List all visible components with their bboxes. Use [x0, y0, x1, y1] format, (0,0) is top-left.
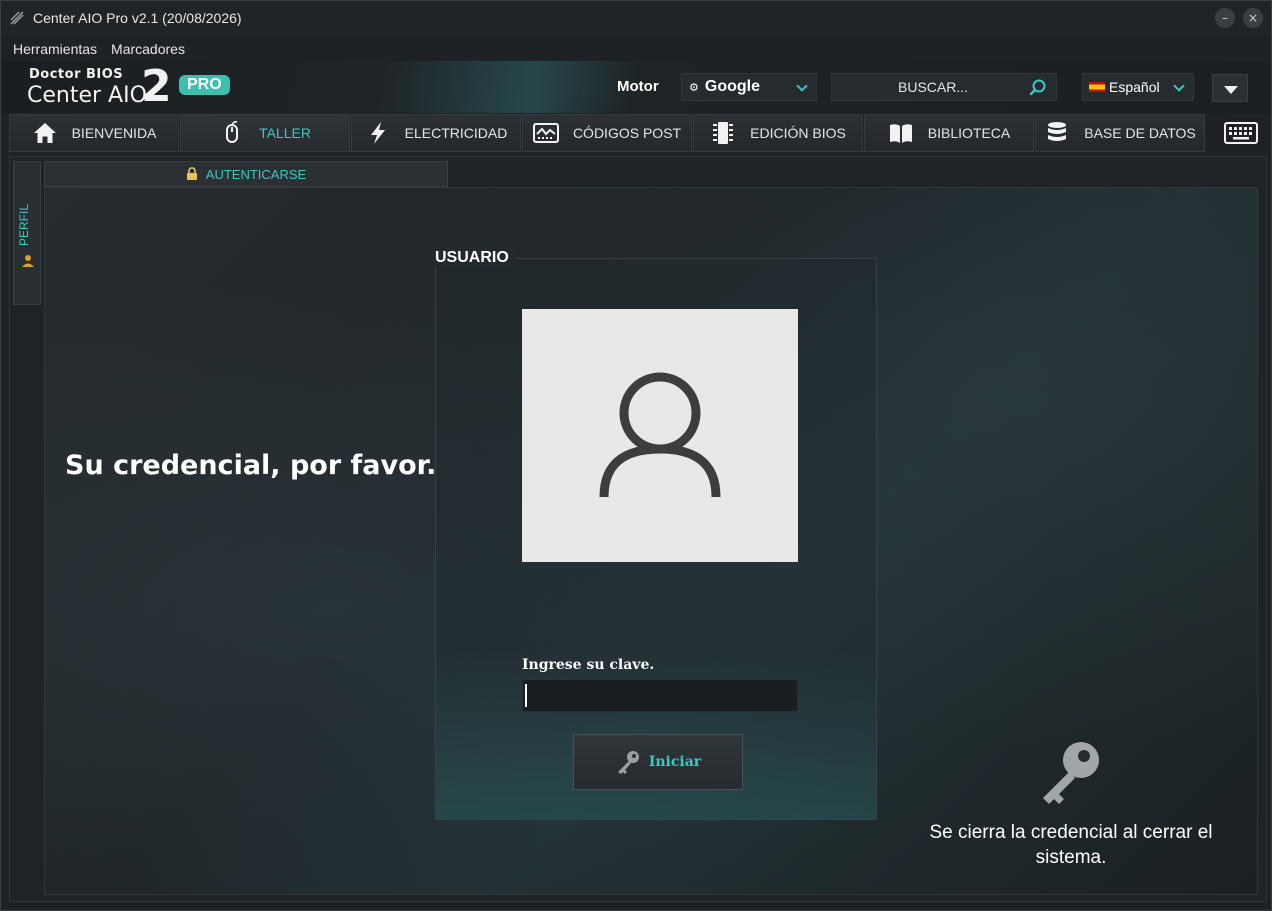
main-tabs: BIENVENIDA TALLER ELECTRICIDAD CÓDIGOS P…	[9, 114, 1206, 152]
menu-herramientas[interactable]: Herramientas	[13, 41, 97, 57]
key-icon	[617, 751, 639, 774]
home-icon	[32, 120, 58, 146]
start-button-label: Iniciar	[648, 754, 702, 770]
chip-icon	[710, 120, 736, 146]
logo-line2: Center AIO	[27, 83, 147, 108]
header-bar: Doctor BIOS Center AIO 2 PRO Motor ⚙ Goo…	[1, 61, 1271, 113]
login-panel: Su credencial, por favor. Ingrese su cla…	[44, 187, 1258, 895]
spain-flag-icon	[1089, 82, 1105, 92]
tab-codigos-post[interactable]: CÓDIGOS POST	[522, 114, 692, 152]
keyboard-button[interactable]	[1214, 114, 1268, 152]
password-field[interactable]	[522, 679, 798, 712]
user-icon	[22, 255, 34, 267]
menu-marcadores[interactable]: Marcadores	[111, 41, 185, 57]
tab-base-de-datos[interactable]: BASE DE DATOS	[1035, 114, 1205, 152]
tab-bienvenida[interactable]: BIENVENIDA	[9, 114, 179, 152]
book-icon	[888, 120, 914, 146]
post-card-icon	[532, 120, 559, 146]
password-label: Ingrese su clave.	[522, 657, 655, 673]
tab-edicion-bios[interactable]: EDICIÓN BIOS	[693, 114, 863, 152]
window-title: Center AIO Pro v2.1 (20/08/2026)	[33, 10, 242, 26]
logo-pro-badge: PRO	[179, 75, 230, 95]
mouse-icon	[219, 120, 245, 146]
logo: Doctor BIOS Center AIO 2 PRO	[9, 63, 239, 111]
tab-label: CÓDIGOS POST	[572, 125, 682, 141]
language-select[interactable]: Español	[1082, 73, 1194, 101]
search-icon[interactable]	[1028, 78, 1048, 98]
search-input[interactable]: BUSCAR...	[831, 73, 1057, 101]
title-bar: Center AIO Pro v2.1 (20/08/2026) – ×	[1, 1, 1271, 35]
tab-autenticarse[interactable]: AUTENTICARSE	[44, 161, 448, 187]
side-tab-label: PERFIL	[17, 203, 31, 246]
start-button[interactable]: Iniciar	[573, 734, 743, 790]
group-title: USUARIO	[435, 249, 515, 267]
chevron-down-icon	[1173, 80, 1185, 92]
menu-bar: Herramientas Marcadores	[1, 37, 1271, 61]
content-area: PERFIL AUTENTICARSE Su credencial, por f…	[9, 156, 1267, 902]
dropdown-menu-button[interactable]	[1212, 74, 1248, 102]
tab-electricidad[interactable]: ELECTRICIDAD	[351, 114, 521, 152]
tab-biblioteca[interactable]: BIBLIOTECA	[864, 114, 1034, 152]
keyboard-icon	[1224, 122, 1258, 144]
key-icon	[1043, 742, 1099, 804]
tab-label: BIBLIOTECA	[927, 125, 1011, 141]
lock-icon	[186, 167, 197, 180]
motor-label: Motor	[617, 78, 659, 95]
language-value: Español	[1109, 79, 1160, 95]
tab-label: TALLER	[259, 125, 311, 141]
search-placeholder: BUSCAR...	[898, 79, 969, 95]
side-tab-perfil[interactable]: PERFIL	[13, 161, 41, 305]
auth-tab-label: AUTENTICARSE	[205, 166, 307, 182]
user-group-box: Ingrese su clave. Iniciar	[435, 258, 877, 820]
gear-icon: ⚙	[689, 80, 699, 94]
tab-label: ELECTRICIDAD	[404, 125, 508, 141]
close-button[interactable]: ×	[1243, 8, 1263, 28]
engine-select[interactable]: ⚙ Google	[681, 73, 817, 101]
tab-label: BIENVENIDA	[71, 125, 157, 141]
credential-prompt: Su credencial, por favor.	[65, 450, 437, 481]
user-avatar-icon	[599, 372, 721, 497]
database-icon	[1044, 120, 1070, 146]
logo-line1: Doctor BIOS	[29, 67, 124, 82]
avatar	[522, 309, 798, 562]
app-icon	[10, 11, 24, 25]
chevron-down-icon	[796, 80, 808, 92]
tab-label: EDICIÓN BIOS	[750, 125, 846, 141]
tab-label: BASE DE DATOS	[1084, 125, 1196, 141]
minimize-button[interactable]: –	[1215, 8, 1235, 28]
engine-value: Google	[704, 78, 760, 95]
app-window: Center AIO Pro v2.1 (20/08/2026) – × Her…	[0, 0, 1272, 911]
text-caret	[525, 684, 527, 707]
tab-taller[interactable]: TALLER	[180, 114, 350, 152]
lightning-icon	[365, 120, 391, 146]
session-note: Se cierra la credencial al cerrar el sis…	[929, 822, 1213, 868]
logo-number: 2	[141, 61, 172, 112]
